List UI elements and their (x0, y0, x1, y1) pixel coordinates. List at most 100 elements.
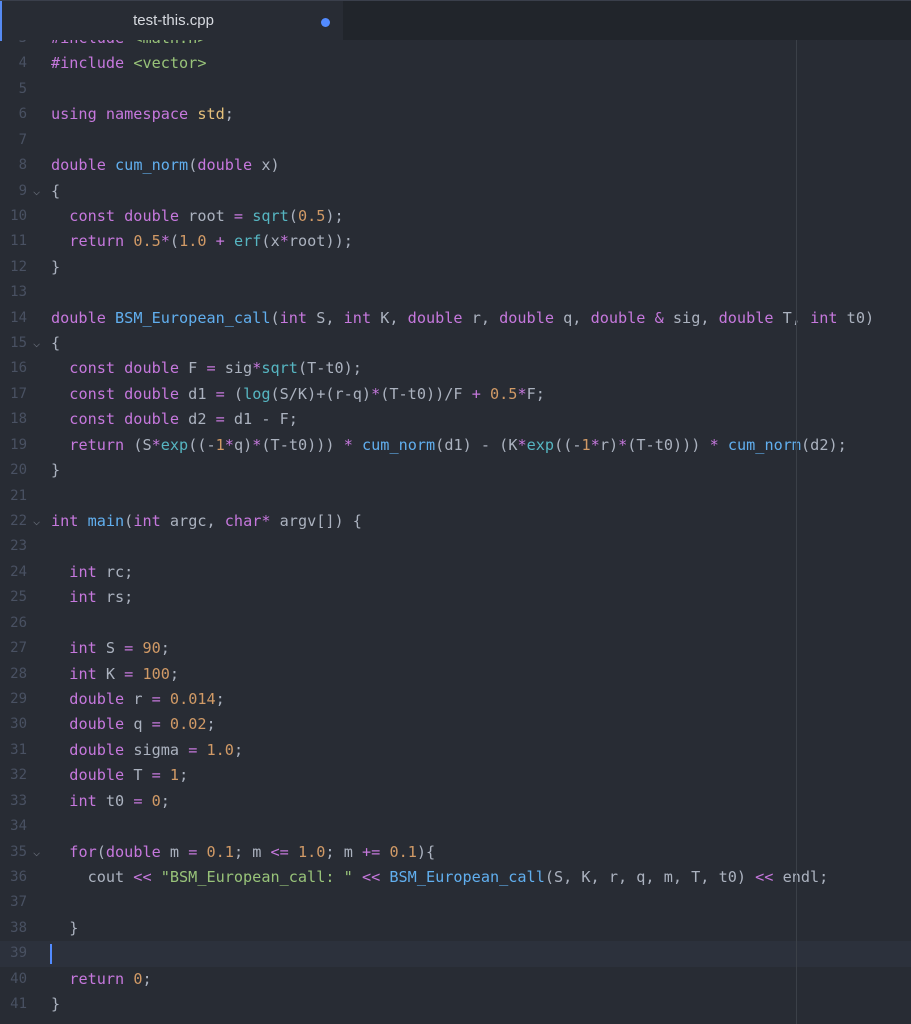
token: double (197, 156, 253, 175)
fold-chevron-icon[interactable]: ⌵ (33, 840, 40, 865)
line-code: int t0 = 0; (51, 789, 170, 814)
code-line[interactable]: 35 ⌵ for(double m = 0.1; m <= 1.0; m += 0… (0, 840, 911, 865)
code-line[interactable]: 20} (0, 458, 911, 483)
token: r, (462, 308, 500, 327)
token: K (96, 664, 125, 683)
line-number: 3 (0, 40, 27, 51)
code-line[interactable]: 19 return (S*exp((-1*q)*(T-t0))) * cum_n… (0, 433, 911, 458)
code-line[interactable]: 5 (0, 77, 911, 102)
token: (S/K)+(r-q) (270, 384, 372, 403)
token: ; (233, 740, 244, 759)
text-cursor (50, 944, 52, 965)
line-code: double sigma = 1.0; (51, 738, 243, 763)
code-line[interactable]: 9 ⌵ { (0, 179, 911, 204)
token: 100 (142, 664, 170, 683)
tab-test-this-cpp[interactable]: test-this.cpp (0, 1, 343, 41)
code-line[interactable]: 4 #include <vector> (0, 51, 911, 76)
token: ( (188, 156, 198, 175)
token: (S, K, r, q, m, T, t0) (544, 867, 756, 886)
code-line[interactable]: 22 ⌵ int main(int argc, char* argv[]) { (0, 509, 911, 534)
code-line[interactable]: 21 (0, 484, 911, 509)
code-line[interactable]: 15 ⌵ { (0, 331, 911, 356)
tab-title: test-this.cpp (133, 12, 214, 29)
token: = (215, 384, 225, 403)
line-code: double r = 0.014; (51, 687, 225, 712)
line-number: 9 (18, 182, 27, 199)
code-line[interactable]: 7 (0, 128, 911, 153)
code-line[interactable]: 30 double q = 0.02; (0, 712, 911, 737)
code-line[interactable]: 16 const double F = sig*sqrt(T-t0); (0, 356, 911, 381)
code-line[interactable]: 38 } (0, 916, 911, 941)
code-line[interactable]: 11 return 0.5*(1.0 + erf(x*root)); (0, 229, 911, 254)
token: ; (160, 639, 170, 658)
code-line[interactable]: 40 return 0; (0, 967, 911, 992)
code-line[interactable]: 37 (0, 890, 911, 915)
code-line[interactable]: 29 double r = 0.014; (0, 687, 911, 712)
code-line[interactable]: 36 cout << "BSM_European_call: " << BSM_… (0, 865, 911, 890)
fold-chevron-icon[interactable]: ⌵ (33, 509, 40, 534)
code-line[interactable]: 12} (0, 255, 911, 280)
token: ; (206, 715, 216, 734)
code-line[interactable]: 32 double T = 1; (0, 763, 911, 788)
line-code: int K = 100; (51, 662, 179, 687)
code-line[interactable]: 27 int S = 90; (0, 636, 911, 661)
line-code: { (51, 179, 60, 204)
token: S (96, 639, 125, 658)
token: r (124, 689, 152, 708)
fold-chevron-icon[interactable]: ⌵ (33, 179, 40, 204)
fold-chevron-icon[interactable]: ⌵ (33, 331, 40, 356)
code-line[interactable]: 8 double cum_norm(double x) (0, 153, 911, 178)
line-number: 29 (10, 690, 27, 707)
code-line[interactable]: 31 double sigma = 1.0; (0, 738, 911, 763)
token: root)); (288, 232, 353, 251)
code-line[interactable]: 18 const double d2 = d1 - F; (0, 407, 911, 432)
line-code: const double F = sig*sqrt(T-t0); (51, 356, 362, 381)
token: main (87, 512, 125, 531)
code-line[interactable]: 17 const double d1 = (log(S/K)+(r-q)*(T-… (0, 382, 911, 407)
code-line[interactable]: 3 #include <math.h> (0, 40, 911, 51)
token: <vector> (133, 54, 207, 73)
token: for (69, 842, 97, 861)
code-line[interactable]: 23 (0, 534, 911, 559)
line-code: { (51, 331, 60, 356)
code-line[interactable]: 13 (0, 280, 911, 305)
token: exp (160, 435, 189, 454)
code-editor[interactable]: 3 #include <math.h> 4 #include <vector> 5 6 us… (0, 40, 911, 1024)
code-line[interactable]: 25 int rs; (0, 585, 911, 610)
line-code: return 0.5*(1.0 + erf(x*root)); (51, 229, 353, 254)
line-number: 31 (10, 741, 27, 758)
line-number: 32 (10, 767, 27, 784)
code-line[interactable]: 6 using namespace std; (0, 102, 911, 127)
token: endl; (773, 867, 829, 886)
token: = (233, 206, 244, 225)
code-line[interactable]: 34 (0, 814, 911, 839)
code-line[interactable]: 10 const double root = sqrt(0.5); (0, 204, 911, 229)
token: 1.0 (206, 740, 234, 759)
line-number: 7 (18, 131, 27, 148)
code-line[interactable]: 39 (0, 941, 911, 967)
token: const double (69, 359, 180, 378)
code-line[interactable]: 28 int K = 100; (0, 662, 911, 687)
token: double (718, 308, 774, 327)
code-line[interactable]: 41} (0, 992, 911, 1017)
code-line[interactable]: 26 (0, 611, 911, 636)
token: += (362, 842, 381, 861)
code-line[interactable]: 14 double BSM_European_call(int S, int K,… (0, 306, 911, 331)
token: = (151, 715, 161, 734)
token: ; (224, 105, 234, 124)
token: <math.h> (133, 40, 206, 47)
code-line[interactable]: 24 int rc; (0, 560, 911, 585)
code-line[interactable]: 33 int t0 = 0; (0, 789, 911, 814)
token: double (69, 740, 125, 759)
token: d1 - F; (224, 410, 298, 429)
modified-dot-icon[interactable] (321, 18, 330, 27)
